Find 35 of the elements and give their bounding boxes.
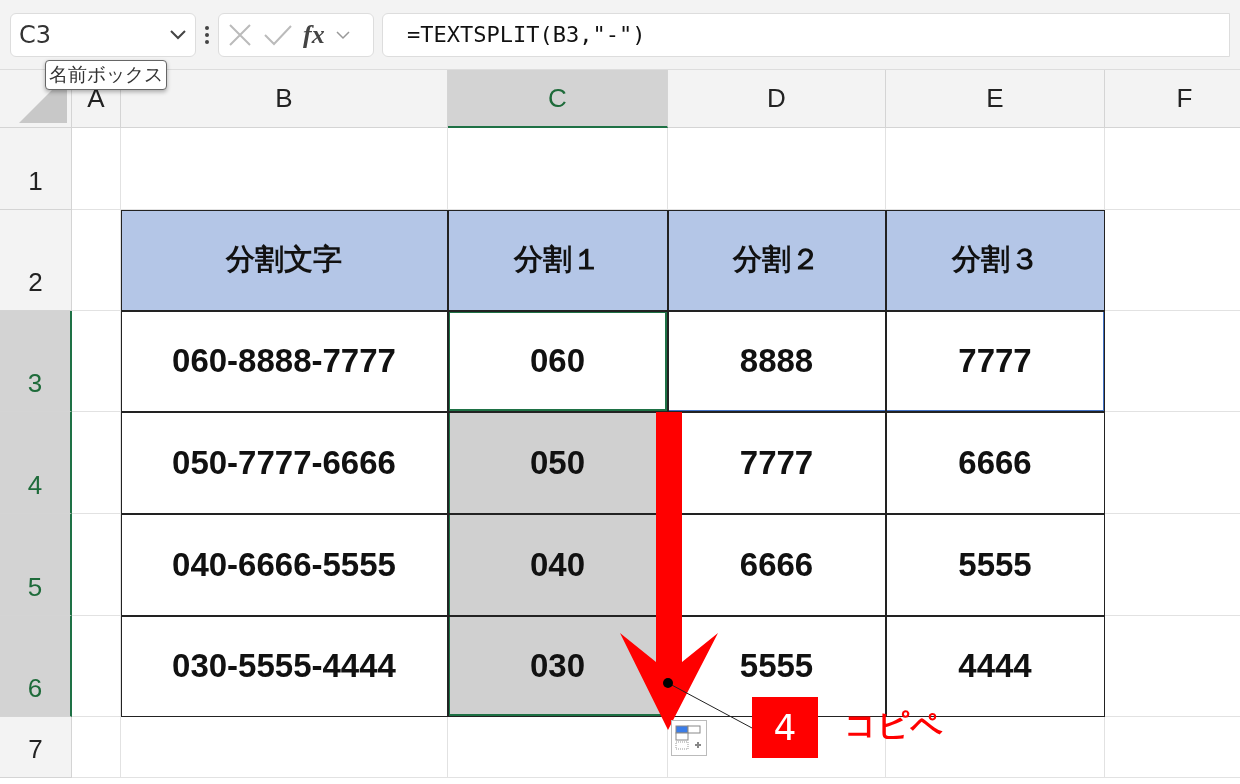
cell-reference: C3 [19, 20, 52, 49]
row-header[interactable]: 6 [0, 616, 72, 717]
table-cell: 040-6666-5555 [121, 514, 448, 616]
tooltip: 名前ボックス [45, 60, 167, 90]
table-cell: 050-7777-6666 [121, 412, 448, 514]
paste-options-menu[interactable] [671, 720, 707, 756]
column-heading: 分割３ [886, 210, 1105, 311]
row-header[interactable]: 1 [0, 128, 72, 210]
chevron-down-icon[interactable] [334, 29, 351, 40]
column-header[interactable]: E [886, 70, 1105, 128]
step-number: 4 [752, 697, 818, 758]
table-cell: 5555 [886, 514, 1105, 616]
more-options-icon[interactable] [204, 24, 210, 45]
table-cell: 060 [448, 311, 668, 412]
table-cell: 8888 [668, 311, 886, 412]
row-header[interactable]: 2 [0, 210, 72, 311]
column-header[interactable]: C [448, 70, 668, 128]
chevron-down-icon [169, 28, 187, 41]
column-heading: 分割文字 [121, 210, 448, 311]
formula-field[interactable]: =TEXTSPLIT(B3,"-") [382, 12, 1230, 57]
table-cell: 7777 [886, 311, 1105, 412]
column-heading: 分割１ [448, 210, 668, 311]
table-cell: 030-5555-4444 [121, 616, 448, 717]
row-header[interactable]: 3 [0, 311, 72, 412]
table-cell: 060-8888-7777 [121, 311, 448, 412]
row-header[interactable]: 7 [0, 717, 72, 778]
row-header[interactable]: 4 [0, 412, 72, 514]
column-header[interactable]: D [668, 70, 886, 128]
insert-function-button[interactable]: fx [303, 19, 325, 50]
column-header[interactable]: F [1105, 70, 1240, 128]
column-heading: 分割２ [668, 210, 886, 311]
cancel-icon[interactable] [227, 21, 253, 48]
table-cell: 6666 [886, 412, 1105, 514]
name-box[interactable]: C3 [10, 12, 196, 57]
row-header[interactable]: 5 [0, 514, 72, 616]
